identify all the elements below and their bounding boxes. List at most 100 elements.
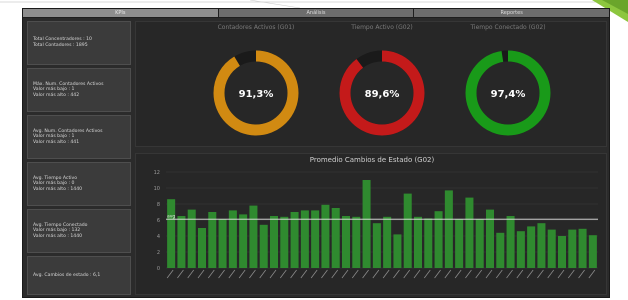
average-line-label: avg [167,215,175,220]
chart-bar [455,219,464,268]
x-tick-label [454,269,462,279]
gauge-active-time: 89,6% [339,50,425,136]
x-tick-label [495,269,503,279]
x-tick-label [557,269,565,279]
stat-line: Valor más alto : 442 [33,92,80,98]
y-tick-label: 6 [157,218,160,224]
slide-accent-line [0,0,628,8]
stat-box-avg-state-changes: Avg. Cambios de estado : 6,1 [27,256,131,295]
gauge-panel: Contadores Activos (G01) Tiempo Activo (… [135,21,607,147]
x-tick-label [475,269,483,279]
x-tick-label [238,269,246,279]
chart-bar [352,216,361,268]
chart-bar [424,218,433,268]
chart-bar [465,197,474,268]
stats-column: Total Concentradores : 10 Total Contador… [27,21,131,295]
chart-bar [341,216,351,268]
stat-line: Valor más alto : 1440 [33,233,83,239]
gauge-connected-time: 97,4% [465,50,551,136]
x-tick-label [403,269,411,279]
chart-bar [177,216,186,268]
gauge-value: 91,3% [239,89,274,100]
x-tick-label [537,269,544,279]
chart-title: Promedio Cambios de Estado (G02) [309,156,435,164]
x-tick-label [423,269,431,279]
y-tick-label: 0 [157,266,160,272]
x-tick-label [279,269,287,279]
chart-bar [383,216,392,268]
y-tick-label: 12 [154,170,160,176]
chart-bar [269,216,279,268]
chart-bar [547,229,556,268]
chart-bar [218,219,227,268]
x-tick-label [290,269,297,279]
x-tick-label [465,269,472,279]
tab-reportes[interactable]: Reportes [414,9,610,17]
tab-analisis[interactable]: Análisis [218,9,414,17]
x-tick-label [259,269,267,279]
x-tick-label [434,269,441,279]
chart-bar [434,211,443,268]
x-tick-label [485,269,493,279]
x-tick-label [444,269,452,279]
x-tick-label [269,269,277,279]
chart-bar [475,219,484,268]
chart-bar [362,180,371,268]
x-tick-label [228,269,236,279]
x-tick-label [341,269,349,279]
x-tick-label [197,269,205,279]
stat-box-max-active-meters: Máx. Num. Contadores Activos Valor más b… [27,68,131,112]
gauge-value: 97,4% [491,89,526,100]
stat-box-avg-connected-time: Avg. Tiempo Conectado Valor más bajo : 1… [27,209,131,253]
chart-bar [578,228,587,268]
main-area: Contadores Activos (G01) Tiempo Activo (… [135,21,607,295]
chart-bar [259,224,268,268]
chart-bar [527,226,536,268]
x-tick-label [516,269,524,279]
x-tick-label [547,269,555,279]
x-tick-label [393,269,400,279]
chart-bar [393,234,402,268]
chart-bar [239,214,248,268]
x-tick-label [321,269,328,279]
tab-kpis[interactable]: KPIs [23,9,218,17]
chart-bar [444,190,453,268]
stat-line: Avg. Cambios de estado : 6,1 [33,272,101,278]
state-changes-chart-panel: 0 2 4 6 8 10 12 avg Promedio Cambios de Estado … [135,153,607,295]
x-tick-label [362,269,369,279]
x-tick-label [310,269,318,279]
y-tick-label: 10 [154,186,160,192]
chart-bar [331,208,340,268]
x-tick-label [207,269,215,279]
chart-bar [280,216,289,268]
x-tick-label [413,269,421,279]
x-tick-label [382,269,390,279]
x-tick-label [588,269,596,279]
stat-box-avg-active-time: Avg. Tiempo Activo Valor más bajo : 0 Va… [27,162,131,206]
y-tick-label: 2 [157,250,160,256]
dashboard-window: KPIs Análisis Reportes Total Concentrado… [22,8,610,298]
x-tick-label [300,269,308,279]
stat-line: Total Contadores : 1895 [33,43,88,48]
stat-line: Valor más alto : 441 [33,139,80,145]
gauge-title-connected-time: Tiempo Conectado (G02) [470,24,546,31]
chart-bar [537,223,546,268]
stat-box-avg-active-meters: Avg. Num. Contadores Activos Valor más b… [27,115,131,159]
chart-bar [413,216,423,268]
y-tick-label: 4 [157,234,160,240]
x-tick-label [506,269,513,279]
x-tick-label [351,269,359,279]
gauge-title-active-time: Tiempo Activo (G02) [351,24,413,31]
chart-bar [167,199,176,268]
y-tick-label: 8 [157,202,160,208]
chart-bar [321,204,330,268]
chart-bar [588,235,597,268]
x-tick-label [177,269,184,279]
gauge-value: 89,6% [365,89,400,100]
x-tick-label [526,269,534,279]
x-tick-label [331,269,339,279]
gauge-active-meters: 91,3% [213,50,299,136]
chart-bar [187,209,196,268]
state-changes-bar-chart: 0 2 4 6 8 10 12 avg [154,170,598,279]
x-tick-label [567,269,575,279]
